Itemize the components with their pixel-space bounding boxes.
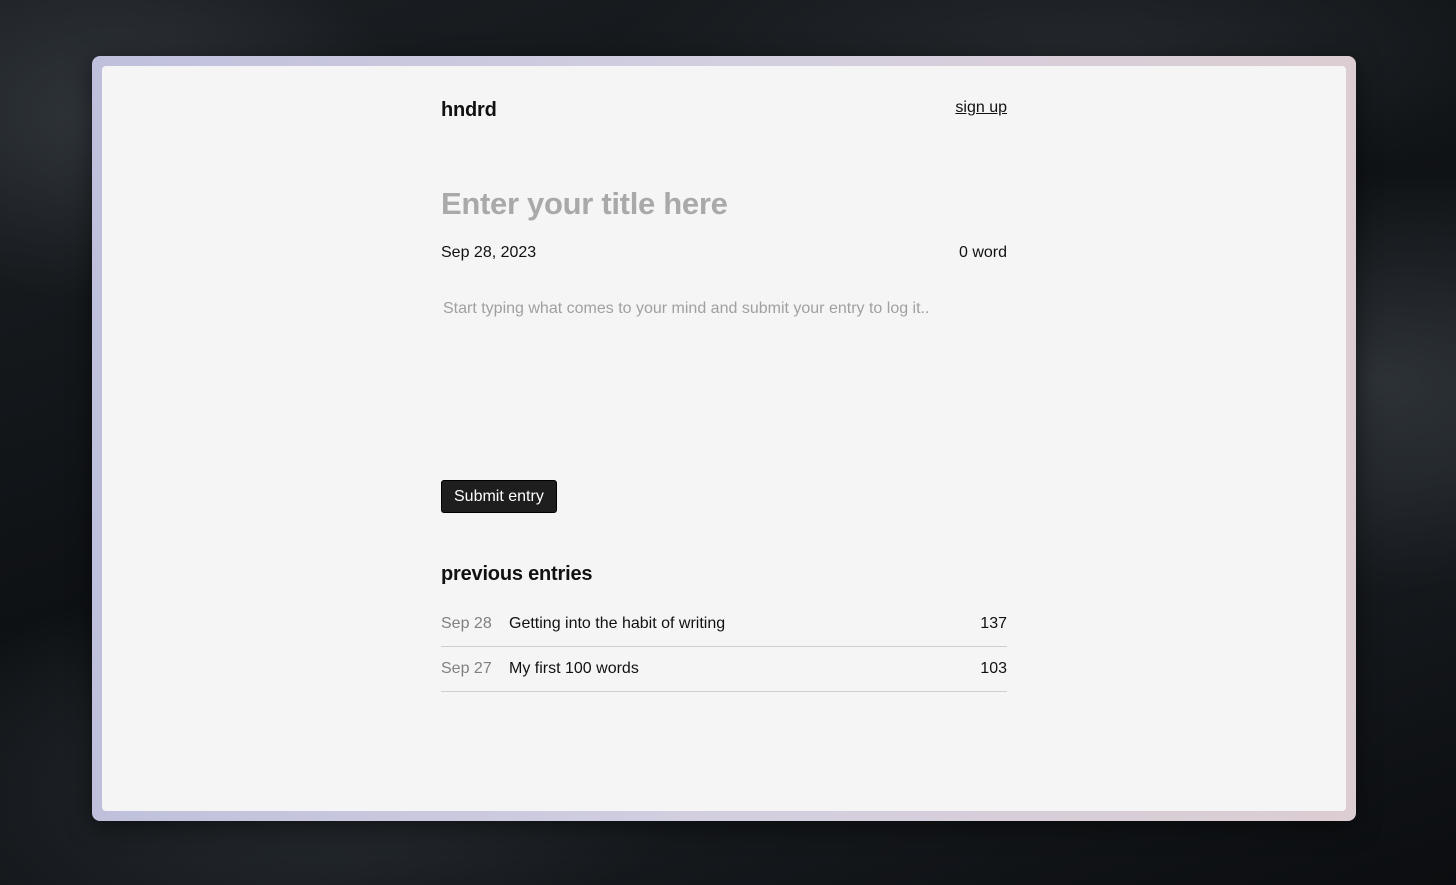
entry-item-word-count: 103 (980, 660, 1007, 677)
entry-item-word-count: 137 (980, 615, 1007, 632)
list-item[interactable]: Sep 27 My first 100 words 103 (441, 647, 1007, 692)
list-item[interactable]: Sep 28 Getting into the habit of writing… (441, 602, 1007, 647)
entry-date: Sep 28, 2023 (441, 244, 537, 261)
previous-entries-list: Sep 28 Getting into the habit of writing… (441, 602, 1007, 692)
title-input[interactable] (441, 186, 1007, 222)
entry-item-title: My first 100 words (509, 660, 639, 677)
submit-entry-button[interactable]: Submit entry (441, 480, 557, 513)
app-panel: hndrd sign up Sep 28, 2023 0 word Submit… (102, 66, 1346, 811)
entry-item-title: Getting into the habit of writing (509, 615, 726, 632)
brand-logo: hndrd (441, 99, 497, 121)
word-count: 0 word (958, 244, 1007, 261)
entry-body-textarea[interactable] (441, 300, 1011, 450)
entry-item-date: Sep 27 (441, 660, 492, 677)
sign-up-link[interactable]: sign up (955, 99, 1007, 117)
entry-item-date: Sep 28 (441, 615, 492, 632)
previous-entries-heading: previous entries (441, 563, 593, 585)
app-window-frame: hndrd sign up Sep 28, 2023 0 word Submit… (92, 56, 1356, 821)
